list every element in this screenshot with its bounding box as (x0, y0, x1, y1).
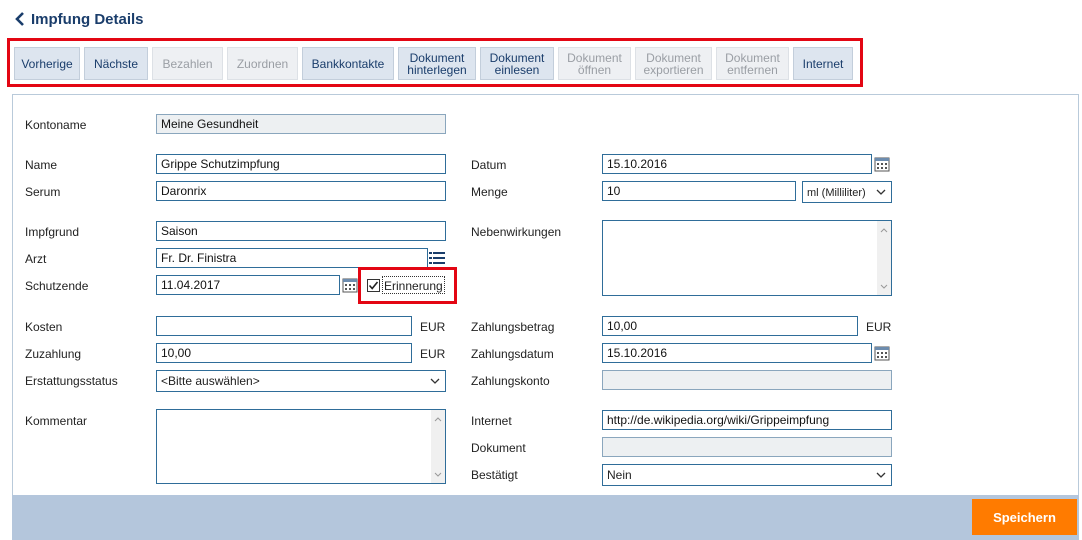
toolbar: Vorherige Nächste Bezahlen Zuordnen Bank… (7, 38, 863, 87)
assign-button[interactable]: Zuordnen (227, 47, 298, 80)
arzt-label: Arzt (25, 252, 47, 266)
name-label: Name (25, 158, 58, 172)
import-document-button[interactable]: Dokument einlesen (480, 47, 554, 80)
zuzahlung-field[interactable]: 10,00 (156, 343, 412, 363)
zuzahlung-currency: EUR (420, 347, 446, 361)
menge-field[interactable]: 10 (602, 181, 796, 201)
kontoname-label: Kontoname (25, 118, 87, 132)
menge-label: Menge (471, 185, 508, 199)
scroll-up-icon[interactable] (431, 412, 445, 426)
reminder-label[interactable]: Erinnerung (382, 276, 445, 294)
erstattungsstatus-label: Erstattungsstatus (25, 374, 118, 388)
pay-button[interactable]: Bezahlen (152, 47, 223, 80)
previous-button[interactable]: Vorherige (14, 47, 80, 80)
zahlungskonto-label: Zahlungskonto (471, 374, 550, 388)
reminder-checkbox[interactable] (367, 279, 380, 292)
deposit-document-button[interactable]: Dokument hinterlegen (398, 47, 476, 80)
scroll-down-icon[interactable] (877, 279, 891, 293)
internet-label: Internet (471, 414, 512, 428)
serum-field[interactable]: Daronrix (156, 181, 446, 201)
chevron-down-icon (875, 465, 887, 485)
datum-label: Datum (471, 158, 507, 172)
zahlungsdatum-field[interactable]: 15.10.2016 (602, 343, 872, 363)
bank-contacts-button[interactable]: Bankkontakte (302, 47, 394, 80)
datum-field[interactable]: 15.10.2016 (602, 154, 872, 174)
serum-label: Serum (25, 185, 61, 199)
export-document-button[interactable]: Dokument exportieren (635, 47, 712, 80)
nebenwirkungen-scrollbar[interactable] (877, 221, 891, 295)
chevron-down-icon (429, 371, 441, 391)
zahlungsbetrag-currency: EUR (866, 320, 892, 334)
schutzende-label: Schutzende (25, 279, 89, 293)
chevron-left-icon[interactable] (12, 10, 28, 28)
kosten-label: Kosten (25, 320, 63, 334)
erstattungsstatus-select[interactable]: <Bitte auswählen> (156, 370, 446, 392)
erstattungsstatus-value: <Bitte auswählen> (161, 374, 260, 388)
kommentar-textarea[interactable] (156, 409, 446, 484)
remove-document-button[interactable]: Dokument entfernen (716, 47, 789, 80)
footer-bar (12, 495, 1079, 540)
zuzahlung-label: Zuzahlung (25, 347, 82, 361)
list-picker-icon[interactable] (428, 249, 446, 267)
bestaetigt-label: Bestätigt (471, 468, 518, 482)
arzt-field[interactable]: Fr. Dr. Finistra (156, 248, 428, 268)
impfgrund-label: Impfgrund (25, 225, 80, 239)
menge-unit-select[interactable]: ml (Milliliter) (802, 181, 892, 203)
kosten-field[interactable] (156, 316, 412, 336)
bestaetigt-value: Nein (607, 468, 632, 482)
schutzende-field[interactable]: 11.04.2017 (156, 275, 340, 295)
internet-button[interactable]: Internet (793, 47, 853, 80)
zahlungsdatum-label: Zahlungsdatum (471, 347, 554, 361)
bestaetigt-select[interactable]: Nein (602, 464, 892, 486)
name-field[interactable]: Grippe Schutzimpfung (156, 154, 446, 174)
calendar-icon[interactable] (341, 276, 359, 294)
kommentar-label: Kommentar (25, 414, 88, 428)
menge-unit-value: ml (Milliliter) (807, 187, 866, 199)
calendar-icon[interactable] (873, 344, 891, 362)
page-header: Impfung Details (12, 9, 144, 29)
zahlungsbetrag-field[interactable]: 10,00 (602, 316, 858, 336)
dokument-label: Dokument (471, 441, 526, 455)
calendar-icon[interactable] (873, 155, 891, 173)
chevron-down-icon (875, 182, 887, 202)
save-button[interactable]: Speichern (972, 499, 1077, 535)
impfgrund-field[interactable]: Saison (156, 221, 446, 241)
zahlungskonto-field[interactable] (602, 370, 892, 390)
scroll-up-icon[interactable] (877, 223, 891, 237)
scroll-down-icon[interactable] (431, 467, 445, 481)
kosten-currency: EUR (420, 320, 446, 334)
internet-field[interactable]: http://de.wikipedia.org/wiki/Grippeimpfu… (602, 410, 892, 430)
dokument-field[interactable] (602, 437, 892, 457)
next-button[interactable]: Nächste (84, 47, 148, 80)
page-title: Impfung Details (31, 10, 144, 28)
kommentar-scrollbar[interactable] (431, 410, 445, 483)
nebenwirkungen-label: Nebenwirkungen (471, 225, 562, 239)
open-document-button[interactable]: Dokument öffnen (558, 47, 631, 80)
kontoname-field[interactable]: Meine Gesundheit (156, 114, 446, 134)
zahlungsbetrag-label: Zahlungsbetrag (471, 320, 555, 334)
nebenwirkungen-textarea[interactable] (602, 220, 892, 296)
